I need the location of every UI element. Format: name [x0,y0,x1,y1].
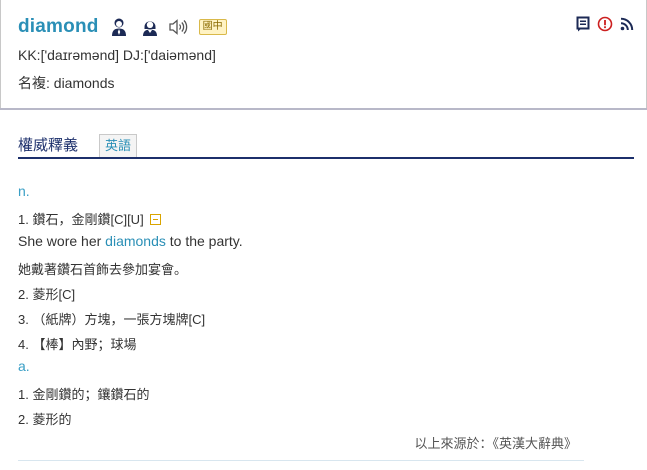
female-speaker-icon[interactable] [139,16,161,38]
definition-n3: 3. （紙牌）方塊，一張方塊牌[C] [18,312,206,327]
definition-a2: 2. 菱形的 [18,412,72,427]
example-before: She wore her [18,233,106,249]
pronunciation: KK:['daɪrəmənd] DJ:['daiəmənd] [18,47,216,63]
definition-n1: 1. 鑽石，金剛鑽[C][U] [18,209,161,228]
left-border [0,0,1,108]
note-icon[interactable] [574,15,591,32]
word-header: diamond 國中 [18,14,227,40]
male-speaker-icon[interactable] [108,16,130,38]
definition-n4: 4. 【棒】內野；球場 [18,337,137,352]
example-highlight: diamonds [105,233,166,249]
definition-n1-text: 1. 鑽石，金剛鑽[C][U] [18,212,144,227]
example-translation: 她戴著鑽石首飾去參加宴會。 [18,262,188,277]
source-note: 以上來源於：《英漢大辭典》 [414,436,577,451]
dictionary-card: diamond 國中 KK:['daɪrəmənd] DJ:['daiəmənd… [0,0,647,470]
header-divider [0,108,647,110]
example-sentence: She wore her diamonds to the party. [18,233,243,249]
headword: diamond [18,16,99,37]
tab-underline [18,157,634,159]
adjective-pos: a. [18,358,30,374]
noun-pos: n. [18,183,30,199]
collapse-icon[interactable] [149,214,161,225]
tab-english[interactable]: 英語 [99,134,138,157]
definition-n2: 2. 菱形[C] [18,287,76,302]
toolbar [574,15,635,32]
definition-a1: 1. 金剛鑽的；鑲鑽石的 [18,387,150,402]
rss-icon[interactable] [618,15,635,32]
level-badge: 國中 [198,19,227,35]
sound-icon[interactable] [167,16,189,38]
plural-form: 名複: diamonds [18,75,115,91]
example-after: to the party. [165,233,243,249]
tab-authoritative[interactable]: 權威釋義 [18,134,78,155]
footer-divider [18,460,584,461]
tab-bar: 權威釋義 英語 [18,131,634,159]
report-icon[interactable] [596,15,613,32]
